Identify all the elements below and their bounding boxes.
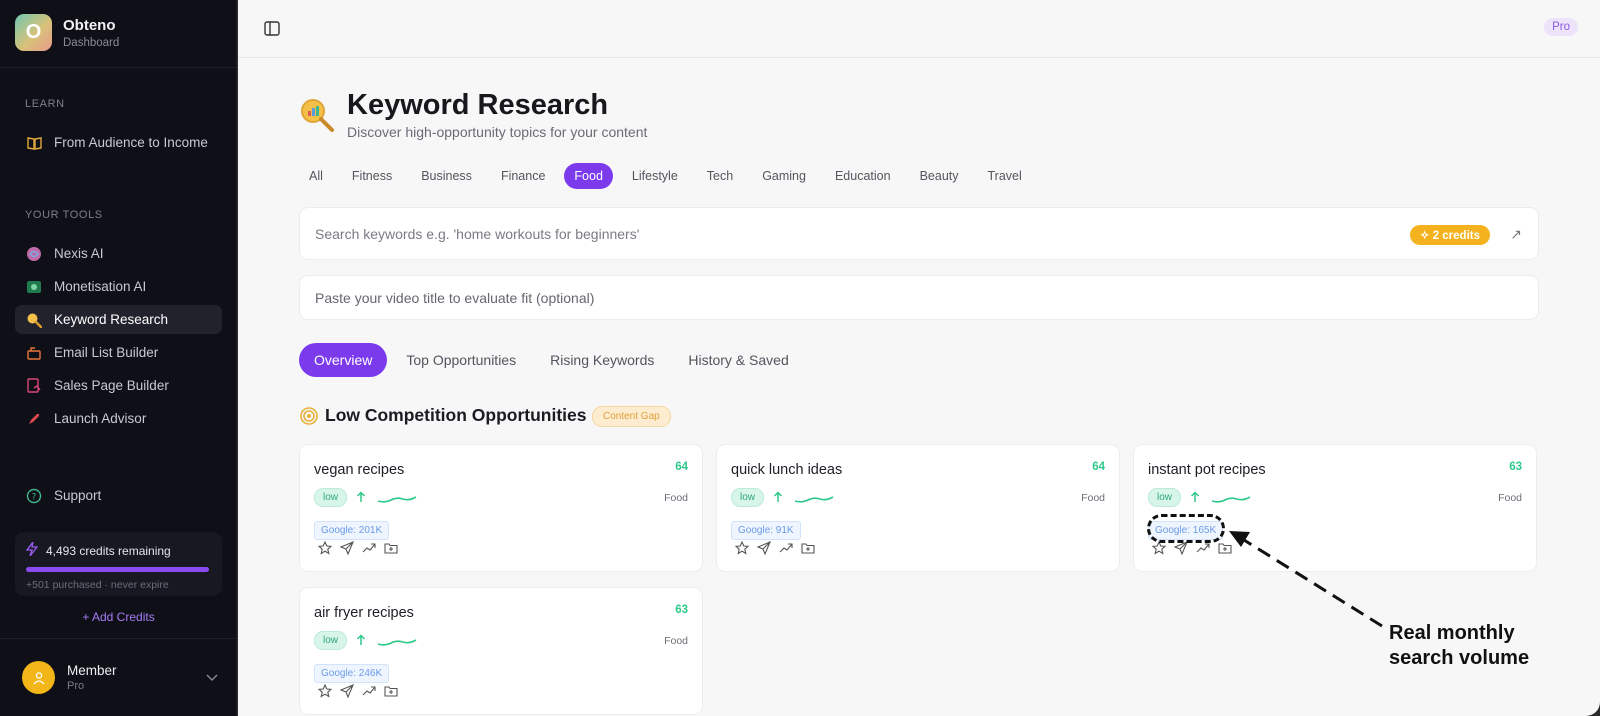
annotation-arrow (1229, 531, 1383, 628)
annotation-line-1: Real monthly (1389, 622, 1515, 644)
annotation-text: Real monthly search volume (1389, 621, 1529, 671)
annotation-line-2: search volume (1389, 647, 1530, 669)
